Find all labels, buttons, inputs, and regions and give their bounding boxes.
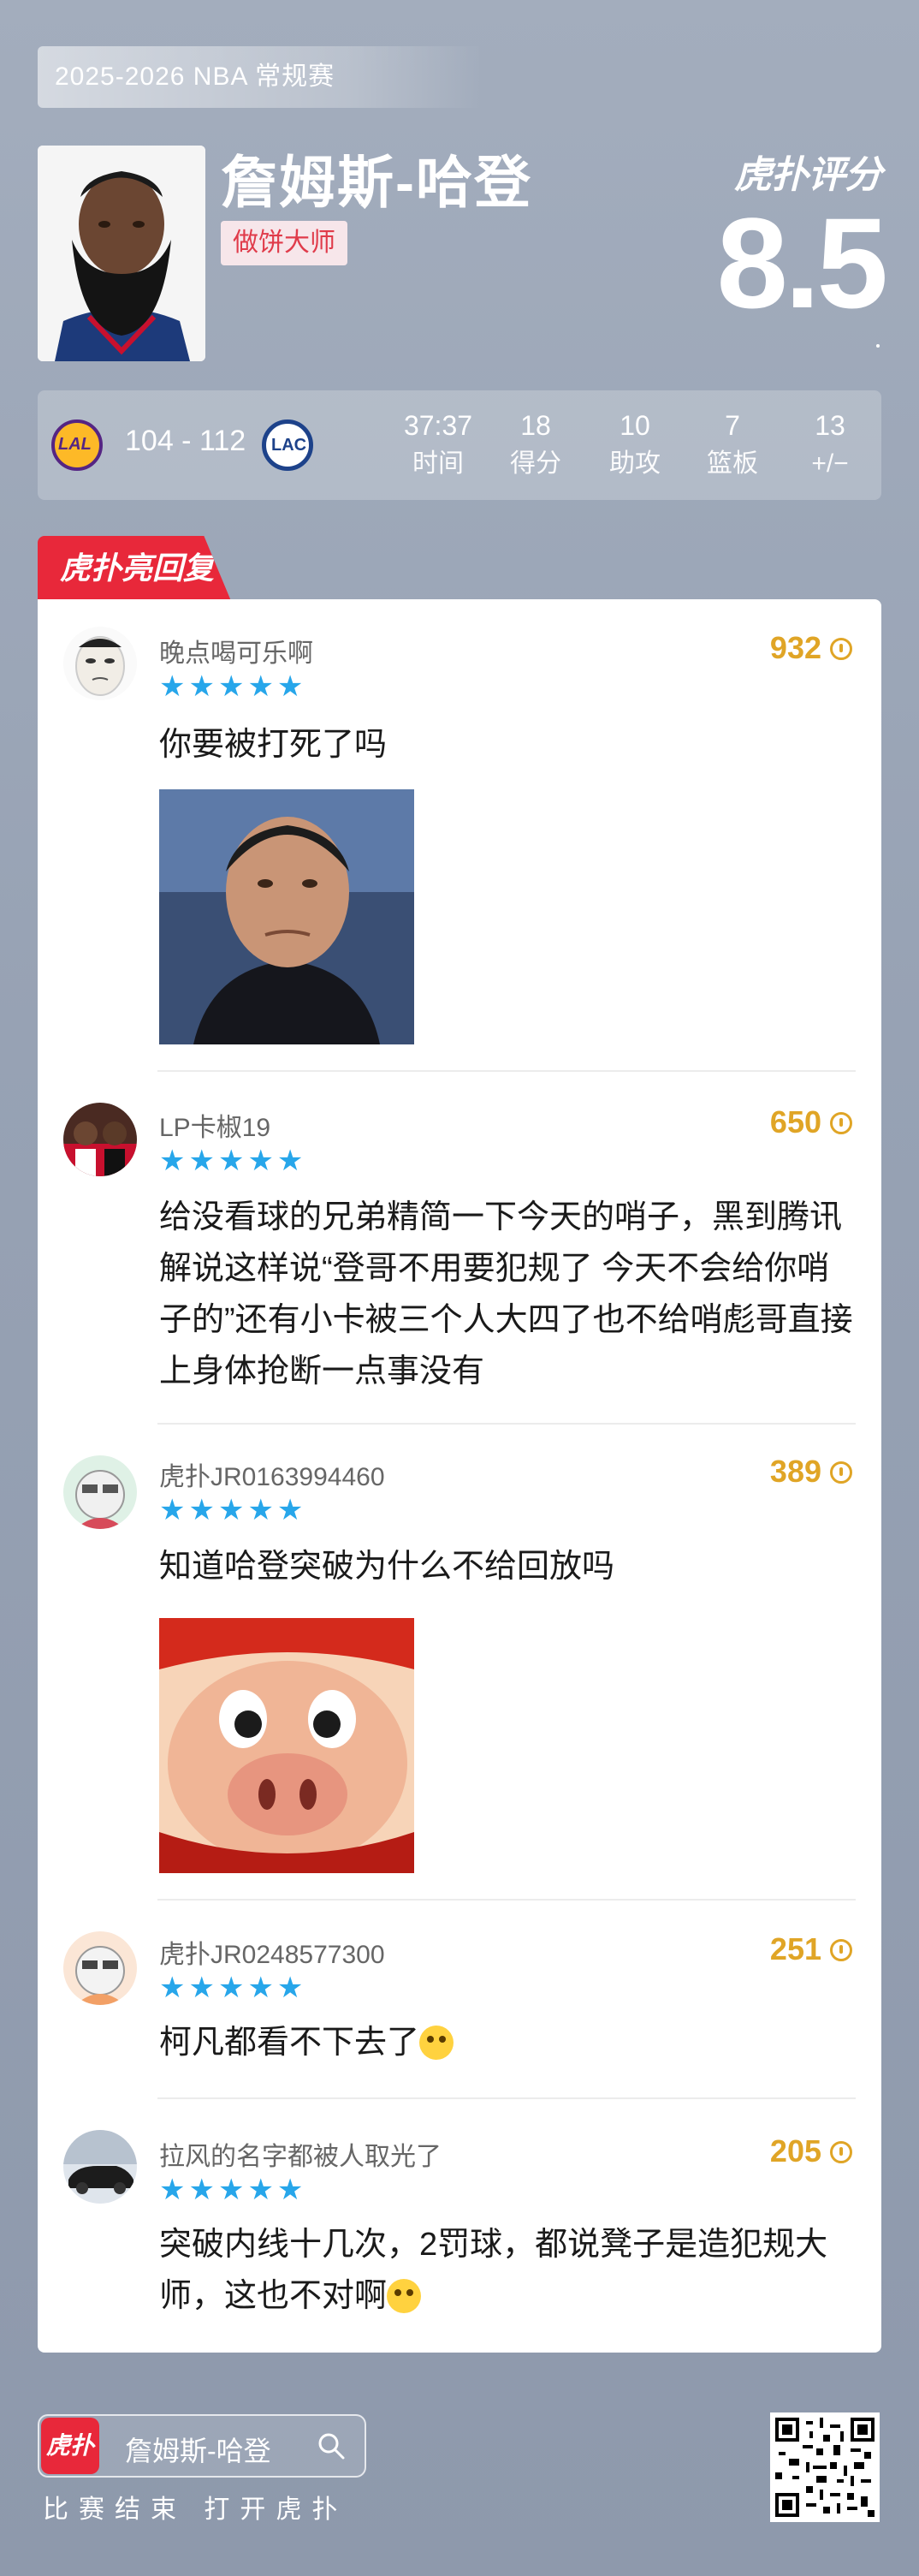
hupu-app-logo: 虎扑 xyxy=(41,2418,99,2474)
comment-text: 知道哈登突破为什么不给回放吗 xyxy=(159,1549,615,1585)
dizzy-emoji-icon xyxy=(387,2279,422,2313)
rating-stars: ★★★★★ xyxy=(159,2174,307,2206)
search-player-name: 詹姆斯-哈登 xyxy=(125,2436,271,2466)
lightbulb-icon xyxy=(830,1939,852,1961)
user-avatar[interactable] xyxy=(63,1103,137,1176)
like-count[interactable]: 932 xyxy=(770,630,852,666)
comment-item[interactable]: 虎扑JR0248577300 ★★★★★ 251 柯凡都看不下去了 xyxy=(38,1901,881,2099)
comments-card: 晚点喝可乐啊 ★★★★★ 932 你要被打死了吗 LP卡椒19 ★★★★★ 65… xyxy=(38,599,881,2353)
decorative-dot xyxy=(876,344,880,348)
player-rating: 8.5 xyxy=(716,191,888,335)
player-title-badge: 做饼大师 xyxy=(221,221,347,265)
username[interactable]: LP卡椒19 xyxy=(159,1106,270,1144)
user-avatar[interactable] xyxy=(63,1931,137,2005)
like-count[interactable]: 389 xyxy=(770,1454,852,1490)
username[interactable]: 虎扑JR0163994460 xyxy=(159,1455,385,1493)
comment-image[interactable] xyxy=(159,1618,414,1873)
username[interactable]: 晚点喝可乐啊 xyxy=(159,632,313,669)
search-player-button[interactable]: 虎扑 詹姆斯-哈登 xyxy=(38,2414,366,2478)
username[interactable]: 拉风的名字都被人取光了 xyxy=(159,2135,442,2173)
comment-text: 你要被打死了吗 xyxy=(159,727,388,763)
stat-assists: 10 助攻 xyxy=(609,410,661,478)
username[interactable]: 虎扑JR0248577300 xyxy=(159,1933,385,1971)
player-name: 詹姆斯-哈登 xyxy=(221,151,532,214)
game-stats-bar: LAL 104 - 112 LAC 37:37 时间 18 得分 10 助攻 7 篮板 … xyxy=(38,390,881,500)
like-count[interactable]: 205 xyxy=(770,2133,852,2169)
lightbulb-icon xyxy=(830,2141,852,2163)
season-tag: 2025-2026 NBA 常规赛 xyxy=(38,46,483,108)
lakers-logo-icon: LAL xyxy=(51,419,103,471)
lightbulb-icon xyxy=(830,1112,852,1134)
game-score: 104 - 112 xyxy=(125,425,246,457)
rating-stars: ★★★★★ xyxy=(159,1145,307,1177)
user-avatar[interactable] xyxy=(63,1455,137,1529)
lightbulb-icon xyxy=(830,1461,852,1484)
comment-text: 突破内线十几次，2罚球，都说凳子是造犯规大师，这也不对啊 xyxy=(159,2227,828,2314)
rating-stars: ★★★★★ xyxy=(159,1972,307,2004)
player-photo xyxy=(38,146,205,361)
comment-text: 给没看球的兄弟精简一下今天的哨子，黑到腾讯解说这样说“登哥不用要犯规了 今天不会… xyxy=(159,1199,853,1389)
comment-item[interactable]: 虎扑JR0163994460 ★★★★★ 389 知道哈登突破为什么不给回放吗 xyxy=(38,1425,881,1901)
lightbulb-icon xyxy=(830,638,852,660)
laughing-emoji-icon xyxy=(419,2026,454,2060)
section-title: 虎扑亮回复 xyxy=(38,536,231,601)
stat-minutes: 37:37 时间 xyxy=(403,410,473,478)
like-count[interactable]: 650 xyxy=(770,1104,852,1140)
comment-item[interactable]: LP卡椒19 ★★★★★ 650 给没看球的兄弟精简一下今天的哨子，黑到腾讯解说… xyxy=(38,1072,881,1425)
user-avatar[interactable] xyxy=(63,2130,137,2204)
clippers-logo-icon: LAC xyxy=(262,419,313,471)
rating-stars: ★★★★★ xyxy=(159,670,307,703)
rating-stars: ★★★★★ xyxy=(159,1494,307,1526)
user-avatar[interactable] xyxy=(63,627,137,700)
comment-image[interactable] xyxy=(159,789,414,1044)
comment-item[interactable]: 晚点喝可乐啊 ★★★★★ 932 你要被打死了吗 xyxy=(38,599,881,1072)
stat-rebounds: 7 篮板 xyxy=(707,410,758,478)
stat-plus-minus: 13 +/− xyxy=(811,410,849,478)
comment-item[interactable]: 拉风的名字都被人取光了 ★★★★★ 205 突破内线十几次，2罚球，都说凳子是造… xyxy=(38,2099,881,2353)
like-count[interactable]: 251 xyxy=(770,1931,852,1967)
comment-text: 柯凡都看不下去了 xyxy=(159,2017,861,2068)
qr-code[interactable] xyxy=(770,2412,880,2522)
open-hupu-cta: 比赛结束 打开虎扑 xyxy=(43,2496,348,2524)
search-icon xyxy=(318,2433,345,2460)
stat-points: 18 得分 xyxy=(510,410,561,478)
